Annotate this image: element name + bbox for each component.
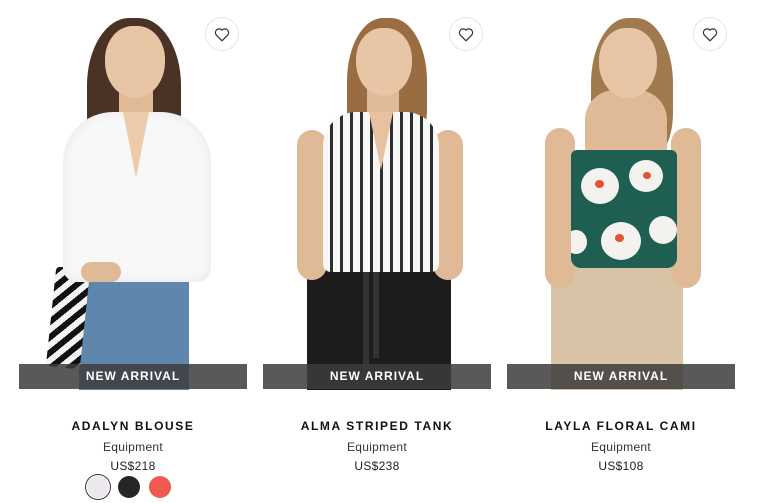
color-swatch-coral[interactable] [149, 476, 171, 498]
product-image[interactable] [19, 0, 247, 390]
color-swatch-white[interactable] [87, 476, 109, 498]
product-name[interactable]: ADALYN BLOUSE [19, 419, 247, 433]
color-swatch-black[interactable] [118, 476, 140, 498]
product-price: US$108 [598, 459, 644, 473]
favorite-button[interactable] [449, 17, 483, 51]
product-brand[interactable]: Equipment [507, 440, 735, 454]
product-image[interactable] [263, 0, 491, 390]
heart-icon [458, 27, 474, 42]
color-swatches [87, 476, 171, 498]
heart-icon [214, 27, 230, 42]
product-brand[interactable]: Equipment [19, 440, 247, 454]
product-card[interactable]: NEW ARRIVAL ADALYN BLOUSE Equipment US$2… [19, 0, 247, 503]
product-brand[interactable]: Equipment [263, 440, 491, 454]
new-arrival-badge: NEW ARRIVAL [19, 364, 247, 389]
favorite-button[interactable] [693, 17, 727, 51]
product-price: US$238 [354, 459, 400, 473]
new-arrival-badge: NEW ARRIVAL [263, 364, 491, 389]
new-arrival-badge: NEW ARRIVAL [507, 364, 735, 389]
product-card[interactable]: NEW ARRIVAL LAYLA FLORAL CAMI Equipment … [507, 0, 735, 503]
heart-icon [702, 27, 718, 42]
product-price: US$218 [110, 459, 156, 473]
product-image[interactable] [507, 0, 735, 390]
product-name[interactable]: ALMA STRIPED TANK [263, 419, 491, 433]
product-card[interactable]: NEW ARRIVAL ALMA STRIPED TANK Equipment … [263, 0, 491, 503]
product-name[interactable]: LAYLA FLORAL CAMI [507, 419, 735, 433]
favorite-button[interactable] [205, 17, 239, 51]
